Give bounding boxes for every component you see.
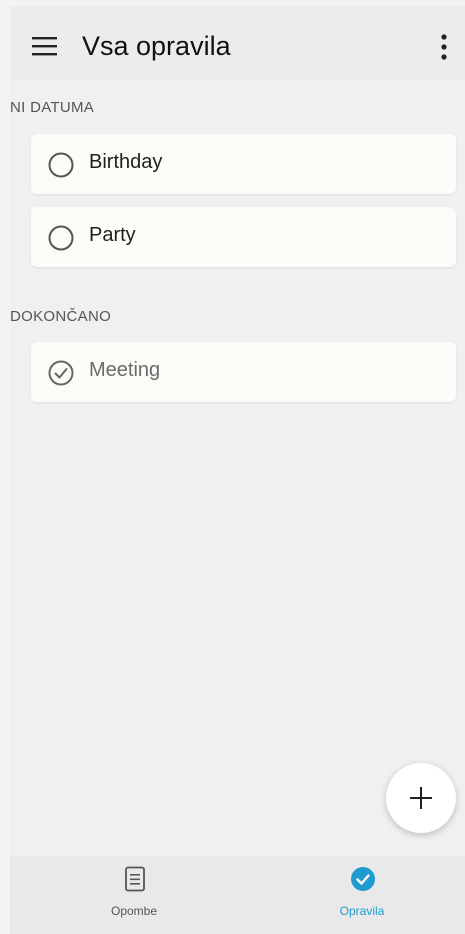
- menu-button[interactable]: [30, 34, 60, 60]
- task-checkbox[interactable]: [47, 224, 75, 252]
- section-header-no-date: NI DATUMA: [10, 99, 95, 116]
- nav-item-notes[interactable]: Opombe: [74, 864, 194, 928]
- task-label: Meeting: [89, 359, 161, 381]
- add-task-button[interactable]: [386, 763, 456, 833]
- check-circle-icon: [351, 867, 375, 891]
- nav-item-tasks[interactable]: Opravila: [302, 864, 422, 928]
- nav-label-notes: Opombe: [110, 904, 158, 918]
- hamburger-menu-icon: [32, 37, 57, 56]
- app-screen: Vsa opravila NI DATUMA Birthday Party DO…: [10, 6, 465, 934]
- section-header-completed: DOKONČANO: [10, 308, 112, 325]
- unchecked-circle-icon: [48, 152, 74, 178]
- more-options-button[interactable]: [437, 32, 451, 66]
- task-item[interactable]: Birthday: [31, 134, 456, 194]
- app-bar: Vsa opravila: [10, 6, 465, 80]
- task-label: Birthday: [89, 151, 163, 173]
- task-checkbox[interactable]: [47, 359, 75, 387]
- task-checkbox[interactable]: [47, 151, 75, 179]
- completed-task-item[interactable]: Meeting: [31, 342, 456, 402]
- plus-icon: [410, 787, 432, 809]
- task-item[interactable]: Party: [31, 207, 456, 267]
- nav-label-tasks: Opravila: [339, 904, 385, 918]
- task-label: Party: [89, 224, 136, 246]
- checked-circle-icon: [48, 360, 74, 386]
- page-title: Vsa opravila: [82, 31, 231, 61]
- bottom-navigation: Opombe Opravila: [10, 856, 465, 934]
- unchecked-circle-icon: [48, 225, 74, 251]
- note-icon: [125, 866, 145, 892]
- more-vertical-icon: [441, 34, 447, 60]
